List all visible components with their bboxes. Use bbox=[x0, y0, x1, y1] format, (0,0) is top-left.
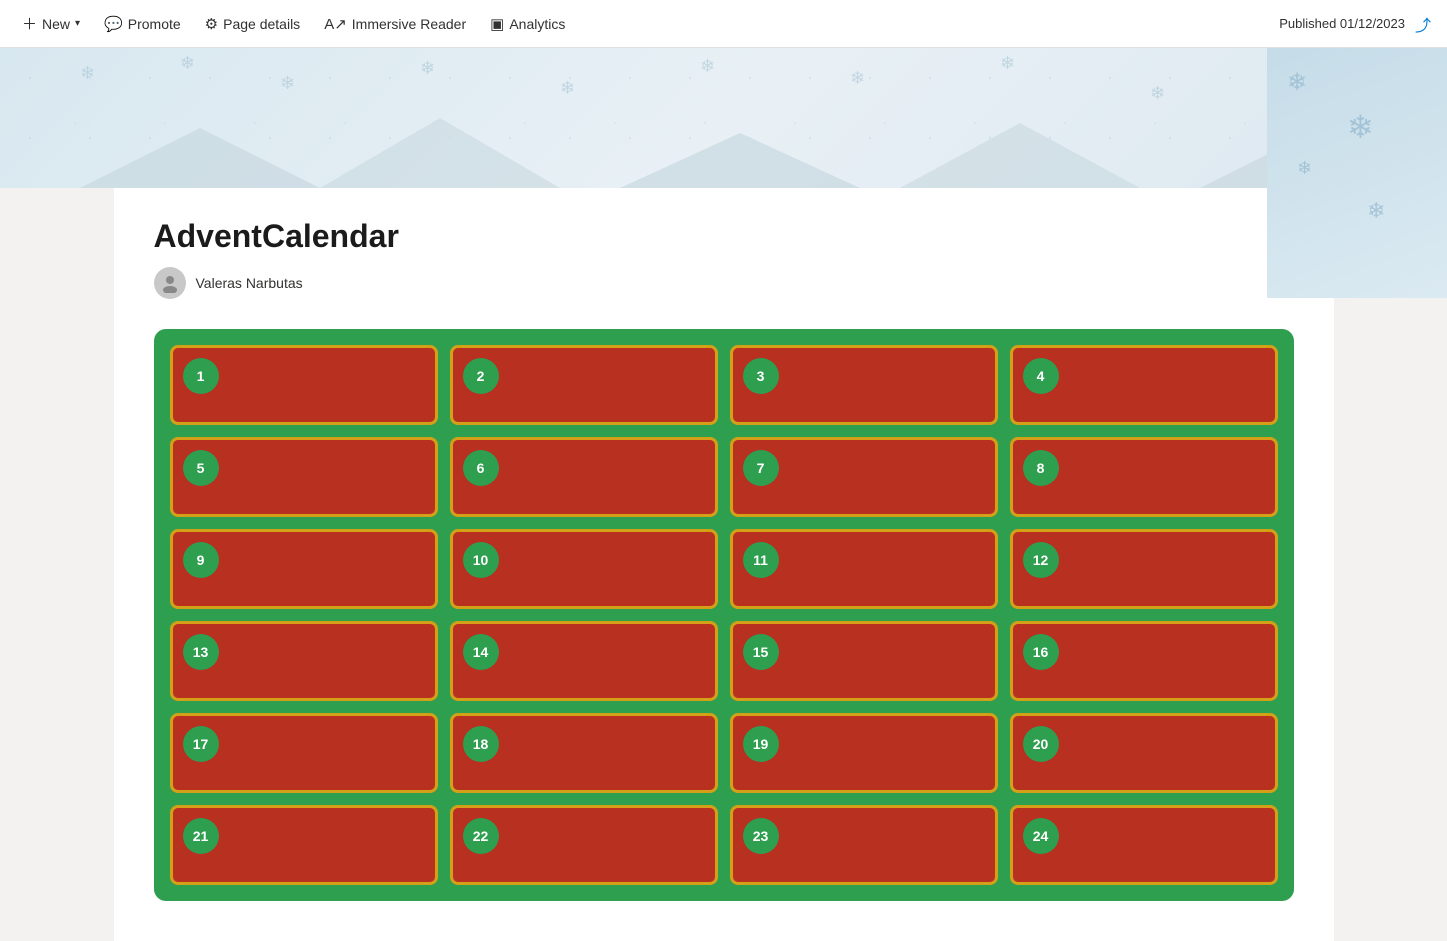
promote-icon: 💬 bbox=[104, 15, 123, 33]
analytics-label: Analytics bbox=[509, 16, 565, 32]
day-badge-8: 8 bbox=[1023, 450, 1059, 486]
calendar-cell-19[interactable]: 19 bbox=[730, 713, 998, 793]
day-badge-17: 17 bbox=[183, 726, 219, 762]
day-badge-14: 14 bbox=[463, 634, 499, 670]
deco-snowflake-4: ❄ bbox=[1367, 198, 1385, 224]
calendar-cell-12[interactable]: 12 bbox=[1010, 529, 1278, 609]
calendar-cell-23[interactable]: 23 bbox=[730, 805, 998, 885]
advent-calendar: 123456789101112131415161718192021222324 bbox=[154, 329, 1294, 901]
right-decoration: ❄ ❄ ❄ ❄ bbox=[1267, 48, 1447, 298]
share-button[interactable]: ⤴ bbox=[1411, 8, 1435, 40]
reader-icon: A↗ bbox=[324, 15, 347, 33]
day-badge-21: 21 bbox=[183, 818, 219, 854]
share-icon: ⤴ bbox=[1415, 18, 1431, 35]
day-badge-7: 7 bbox=[743, 450, 779, 486]
snowflake-8: ❄ bbox=[1000, 53, 1015, 74]
calendar-cell-17[interactable]: 17 bbox=[170, 713, 438, 793]
snowflake-2: ❄ bbox=[180, 53, 195, 74]
page-details-label: Page details bbox=[223, 16, 300, 32]
snowflake-5: ❄ bbox=[560, 78, 575, 99]
published-label: Published 01/12/2023 bbox=[1279, 16, 1405, 31]
content-card: AdventCalendar Valeras Narbutas 12345678… bbox=[114, 188, 1334, 941]
snowflake-1: ❄ bbox=[80, 63, 95, 84]
deco-snowflake-1: ❄ bbox=[1287, 68, 1307, 97]
page-details-button[interactable]: ⚙ Page details bbox=[195, 9, 311, 39]
snowflake-7: ❄ bbox=[850, 68, 865, 89]
calendar-cell-5[interactable]: 5 bbox=[170, 437, 438, 517]
day-badge-20: 20 bbox=[1023, 726, 1059, 762]
day-badge-12: 12 bbox=[1023, 542, 1059, 578]
snowflake-9: ❄ bbox=[1150, 83, 1165, 104]
day-badge-11: 11 bbox=[743, 542, 779, 578]
calendar-cell-2[interactable]: 2 bbox=[450, 345, 718, 425]
promote-label: Promote bbox=[128, 16, 181, 32]
day-badge-1: 1 bbox=[183, 358, 219, 394]
day-badge-19: 19 bbox=[743, 726, 779, 762]
settings-icon: ⚙ bbox=[205, 15, 218, 33]
day-badge-9: 9 bbox=[183, 542, 219, 578]
page-title: AdventCalendar bbox=[154, 218, 1294, 255]
calendar-cell-11[interactable]: 11 bbox=[730, 529, 998, 609]
snowflake-4: ❄ bbox=[420, 58, 435, 79]
day-badge-16: 16 bbox=[1023, 634, 1059, 670]
toolbar: ＋ New ▾ 💬 Promote ⚙ Page details A↗ Imme… bbox=[0, 0, 1447, 48]
day-badge-13: 13 bbox=[183, 634, 219, 670]
analytics-icon: ▣ bbox=[490, 15, 504, 33]
calendar-cell-6[interactable]: 6 bbox=[450, 437, 718, 517]
calendar-cell-15[interactable]: 15 bbox=[730, 621, 998, 701]
day-badge-5: 5 bbox=[183, 450, 219, 486]
deco-snowflake-3: ❄ bbox=[1297, 158, 1312, 179]
day-badge-23: 23 bbox=[743, 818, 779, 854]
author-row: Valeras Narbutas bbox=[154, 267, 1294, 299]
calendar-cell-18[interactable]: 18 bbox=[450, 713, 718, 793]
immersive-reader-label: Immersive Reader bbox=[352, 16, 466, 32]
calendar-cell-1[interactable]: 1 bbox=[170, 345, 438, 425]
day-badge-3: 3 bbox=[743, 358, 779, 394]
day-badge-6: 6 bbox=[463, 450, 499, 486]
calendar-cell-8[interactable]: 8 bbox=[1010, 437, 1278, 517]
hero-area: ❄ ❄ ❄ ❄ ❄ ❄ ❄ ❄ ❄ ❄ bbox=[0, 48, 1447, 188]
day-badge-15: 15 bbox=[743, 634, 779, 670]
page-wrapper: ❄ ❄ ❄ ❄ AdventCalendar Valeras Narbutas … bbox=[0, 188, 1447, 941]
calendar-cell-24[interactable]: 24 bbox=[1010, 805, 1278, 885]
new-label: New bbox=[42, 16, 70, 32]
avatar bbox=[154, 267, 186, 299]
mountain-svg bbox=[0, 108, 1447, 188]
day-badge-4: 4 bbox=[1023, 358, 1059, 394]
calendar-cell-10[interactable]: 10 bbox=[450, 529, 718, 609]
new-button[interactable]: ＋ New ▾ bbox=[12, 7, 90, 40]
calendar-cell-4[interactable]: 4 bbox=[1010, 345, 1278, 425]
day-badge-24: 24 bbox=[1023, 818, 1059, 854]
day-badge-22: 22 bbox=[463, 818, 499, 854]
snowflake-3: ❄ bbox=[280, 73, 295, 94]
avatar-icon bbox=[160, 273, 180, 293]
day-badge-2: 2 bbox=[463, 358, 499, 394]
calendar-cell-21[interactable]: 21 bbox=[170, 805, 438, 885]
snowflake-6: ❄ bbox=[700, 56, 715, 77]
published-info: Published 01/12/2023 ⤴ bbox=[1279, 8, 1435, 40]
plus-icon: ＋ bbox=[22, 13, 37, 34]
day-badge-10: 10 bbox=[463, 542, 499, 578]
calendar-cell-13[interactable]: 13 bbox=[170, 621, 438, 701]
immersive-reader-button[interactable]: A↗ Immersive Reader bbox=[314, 9, 476, 39]
calendar-cell-3[interactable]: 3 bbox=[730, 345, 998, 425]
calendar-cell-22[interactable]: 22 bbox=[450, 805, 718, 885]
author-name: Valeras Narbutas bbox=[196, 275, 303, 291]
calendar-cell-9[interactable]: 9 bbox=[170, 529, 438, 609]
calendar-cell-16[interactable]: 16 bbox=[1010, 621, 1278, 701]
calendar-cell-7[interactable]: 7 bbox=[730, 437, 998, 517]
chevron-down-icon: ▾ bbox=[75, 18, 80, 29]
deco-snowflake-2: ❄ bbox=[1347, 108, 1374, 146]
calendar-cell-20[interactable]: 20 bbox=[1010, 713, 1278, 793]
analytics-button[interactable]: ▣ Analytics bbox=[480, 9, 575, 39]
promote-button[interactable]: 💬 Promote bbox=[94, 9, 191, 39]
day-badge-18: 18 bbox=[463, 726, 499, 762]
calendar-cell-14[interactable]: 14 bbox=[450, 621, 718, 701]
